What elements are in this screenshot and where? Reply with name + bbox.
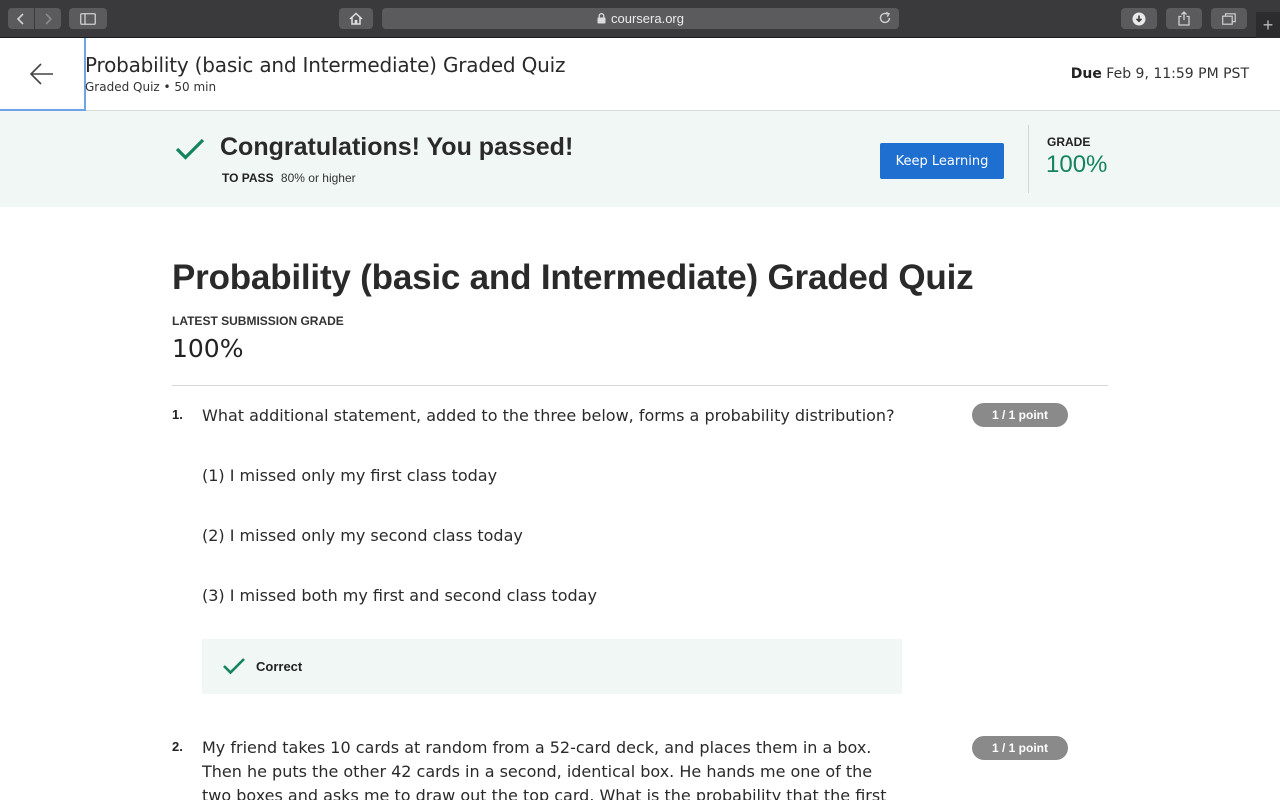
question-number: 1. [172, 407, 183, 422]
points-badge: 1 / 1 point [972, 736, 1068, 760]
quiz-header: Probability (basic and Intermediate) Gra… [0, 38, 1280, 111]
share-icon [1178, 11, 1190, 26]
option-2: (2) I missed only my second class today [202, 526, 523, 545]
latest-grade-label: LATEST SUBMISSION GRADE [172, 314, 344, 328]
option-1: (1) I missed only my first class today [202, 466, 498, 485]
to-pass-label: TO PASS [222, 171, 274, 185]
due-value: Feb 9, 11:59 PM PST [1106, 66, 1249, 82]
banner-divider [1028, 125, 1029, 193]
section-divider [172, 385, 1108, 386]
grade-label: GRADE [1047, 135, 1091, 149]
latest-grade-value: 100% [172, 334, 244, 363]
history-nav [8, 8, 61, 29]
header-subtitle: Graded Quiz • 50 min [85, 80, 217, 94]
header-title: Probability (basic and Intermediate) Gra… [85, 53, 566, 77]
answer-feedback: Correct [202, 639, 902, 694]
pass-banner: Congratulations! You passed! TO PASS 80%… [0, 111, 1280, 207]
question-text: My friend takes 10 cards at random from … [202, 738, 887, 800]
address-bar[interactable]: coursera.org [382, 8, 899, 29]
browser-back-button[interactable] [8, 8, 34, 29]
tab-overview-button[interactable] [1211, 8, 1247, 29]
pass-requirement: TO PASS 80% or higher [222, 171, 356, 185]
points-badge: 1 / 1 point [972, 403, 1068, 427]
feedback-label: Correct [256, 659, 303, 674]
browser-toolbar: coursera.org + [0, 0, 1280, 38]
due-date: Due Feb 9, 11:59 PM PST [1071, 66, 1249, 82]
checkmark-icon [223, 658, 245, 675]
new-tab-button[interactable]: + [1256, 12, 1280, 38]
due-label: Due [1070, 66, 1102, 82]
keep-learning-button[interactable]: Keep Learning [880, 143, 1004, 179]
downloads-button[interactable] [1121, 8, 1157, 29]
home-button[interactable] [339, 8, 373, 29]
reload-icon[interactable] [878, 11, 892, 25]
tabs-icon [1222, 12, 1236, 25]
chevron-right-icon [45, 12, 53, 25]
sidebar-icon [80, 12, 96, 25]
chevron-left-icon [16, 12, 24, 25]
plus-icon: + [1262, 14, 1274, 35]
download-icon [1132, 12, 1146, 25]
grade-value: 100% [1046, 151, 1108, 178]
url-text: coursera.org [611, 11, 684, 26]
home-icon [349, 12, 363, 25]
question-number: 2. [172, 739, 183, 754]
pass-message: Congratulations! You passed! [220, 133, 574, 161]
sidebar-toggle-button[interactable] [69, 8, 107, 29]
browser-forward-button[interactable] [35, 8, 61, 29]
share-button[interactable] [1166, 8, 1202, 29]
to-pass-value: 80% or higher [280, 171, 356, 185]
option-3: (3) I missed both my first and second cl… [202, 586, 597, 605]
page-title: Probability (basic and Intermediate) Gra… [172, 258, 974, 297]
back-button[interactable] [0, 38, 86, 111]
question-text: What additional statement, added to the … [202, 406, 895, 425]
checkmark-icon [175, 138, 205, 160]
arrow-left-icon [29, 62, 53, 85]
lock-icon [597, 13, 606, 24]
